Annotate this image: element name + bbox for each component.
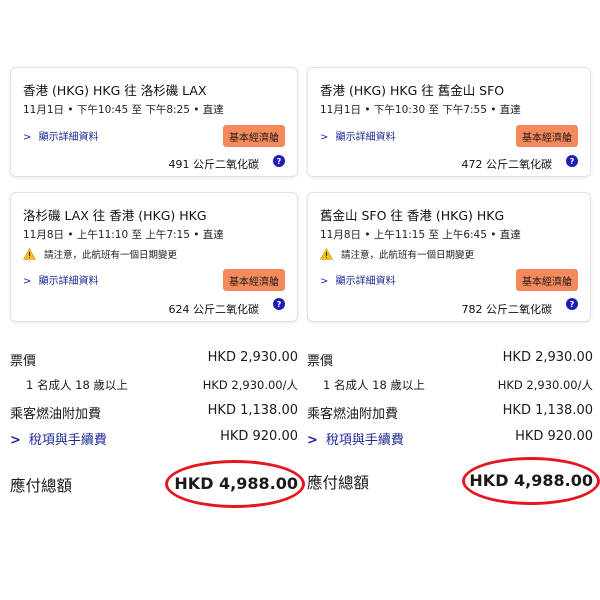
total-highlight-circle: [165, 460, 305, 508]
chevron-right-icon: >: [307, 433, 318, 448]
tax-value: HKD 920.00: [515, 429, 593, 444]
details-label: 顯示詳細資料: [38, 132, 99, 143]
warning-icon: [320, 248, 333, 260]
warning-icon: [23, 248, 36, 260]
help-icon[interactable]: ?: [566, 298, 578, 310]
total-label: 應付總額: [307, 474, 370, 492]
details-label: 顯示詳細資料: [335, 132, 396, 143]
help-icon[interactable]: ?: [566, 155, 578, 167]
flight-time: 11月1日 • 下午10:30 至 下午7:55 • 直達: [320, 104, 521, 116]
co2-emission: 491 公斤二氧化碳: [168, 158, 260, 171]
tax-toggle[interactable]: > 稅項與手續費: [307, 429, 404, 448]
flight-route: 舊金山 SFO 往 香港 (HKG) HKG: [320, 208, 505, 223]
total-label: 應付總額: [10, 477, 73, 495]
flight-time: 11月8日 • 上午11:15 至 上午6:45 • 直達: [320, 229, 521, 241]
flight-route: 洛杉磯 LAX 往 香港 (HKG) HKG: [23, 208, 207, 223]
show-details-link[interactable]: > 顯示詳細資料: [320, 128, 396, 143]
tax-toggle[interactable]: > 稅項與手續費: [10, 429, 107, 448]
chevron-right-icon: >: [23, 132, 32, 143]
flight-time: 11月8日 • 上午11:10 至 上午7:15 • 直達: [23, 229, 224, 241]
fare-value: HKD 2,930.00: [207, 350, 298, 365]
date-change-notice: 請注意，此航班有一個日期變更: [23, 247, 177, 261]
flight-card-outbound-lax: 香港 (HKG) HKG 往 洛杉磯 LAX 11月1日 • 下午10:45 至…: [10, 67, 298, 177]
flight-route: 香港 (HKG) HKG 往 洛杉磯 LAX: [23, 83, 207, 98]
chevron-right-icon: >: [23, 276, 32, 287]
adult-value: HKD 2,930.00/人: [202, 378, 298, 392]
chevron-right-icon: >: [320, 132, 329, 143]
notice-text: 請注意，此航班有一個日期變更: [341, 250, 475, 261]
tax-row: > 稅項與手續費 HKD 920.00: [307, 429, 593, 449]
flight-card-return-sfo: 舊金山 SFO 往 香港 (HKG) HKG 11月8日 • 上午11:15 至…: [307, 192, 591, 322]
co2-emission: 472 公斤二氧化碳: [461, 158, 553, 171]
details-label: 顯示詳細資料: [38, 276, 99, 287]
tax-label: 稅項與手續費: [325, 433, 404, 448]
surcharge-label: 乘客燃油附加費: [10, 407, 102, 422]
fare-row: 票價 HKD 2,930.00: [10, 350, 298, 370]
total-highlight-circle: [462, 457, 600, 505]
chevron-right-icon: >: [10, 433, 21, 448]
adult-row: 1 名成人 18 歲以上 HKD 2,930.00/人: [10, 377, 298, 397]
fare-label: 票價: [10, 354, 37, 369]
co2-emission: 624 公斤二氧化碳: [168, 303, 260, 316]
surcharge-row: 乘客燃油附加費 HKD 1,138.00: [307, 403, 593, 423]
fare-class-badge[interactable]: 基本經濟艙: [516, 125, 578, 147]
chevron-right-icon: >: [320, 276, 329, 287]
notice-text: 請注意，此航班有一個日期變更: [44, 250, 178, 261]
details-label: 顯示詳細資料: [335, 276, 396, 287]
co2-emission: 782 公斤二氧化碳: [461, 303, 553, 316]
adult-label: 1 名成人 18 歲以上: [26, 378, 128, 392]
show-details-link[interactable]: > 顯示詳細資料: [23, 272, 99, 287]
surcharge-value: HKD 1,138.00: [502, 403, 593, 418]
surcharge-row: 乘客燃油附加費 HKD 1,138.00: [10, 403, 298, 423]
adult-row: 1 名成人 18 歲以上 HKD 2,930.00/人: [307, 377, 593, 397]
fare-row: 票價 HKD 2,930.00: [307, 350, 593, 370]
tax-row: > 稅項與手續費 HKD 920.00: [10, 429, 298, 449]
show-details-link[interactable]: > 顯示詳細資料: [320, 272, 396, 287]
help-icon[interactable]: ?: [273, 155, 285, 167]
help-icon[interactable]: ?: [273, 298, 285, 310]
show-details-link[interactable]: > 顯示詳細資料: [23, 128, 99, 143]
surcharge-label: 乘客燃油附加費: [307, 407, 399, 422]
date-change-notice: 請注意，此航班有一個日期變更: [320, 247, 474, 261]
adult-label: 1 名成人 18 歲以上: [323, 378, 425, 392]
flight-time: 11月1日 • 下午10:45 至 下午8:25 • 直達: [23, 104, 224, 116]
surcharge-value: HKD 1,138.00: [207, 403, 298, 418]
tax-value: HKD 920.00: [220, 429, 298, 444]
fare-label: 票價: [307, 354, 334, 369]
flight-card-outbound-sfo: 香港 (HKG) HKG 往 舊金山 SFO 11月1日 • 下午10:30 至…: [307, 67, 591, 177]
fare-class-badge[interactable]: 基本經濟艙: [516, 269, 578, 291]
flight-route: 香港 (HKG) HKG 往 舊金山 SFO: [320, 83, 505, 98]
flight-card-return-lax: 洛杉磯 LAX 往 香港 (HKG) HKG 11月8日 • 上午11:10 至…: [10, 192, 298, 322]
fare-class-badge[interactable]: 基本經濟艙: [223, 269, 285, 291]
tax-label: 稅項與手續費: [28, 433, 107, 448]
fare-value: HKD 2,930.00: [502, 350, 593, 365]
fare-class-badge[interactable]: 基本經濟艙: [223, 125, 285, 147]
adult-value: HKD 2,930.00/人: [497, 378, 593, 392]
